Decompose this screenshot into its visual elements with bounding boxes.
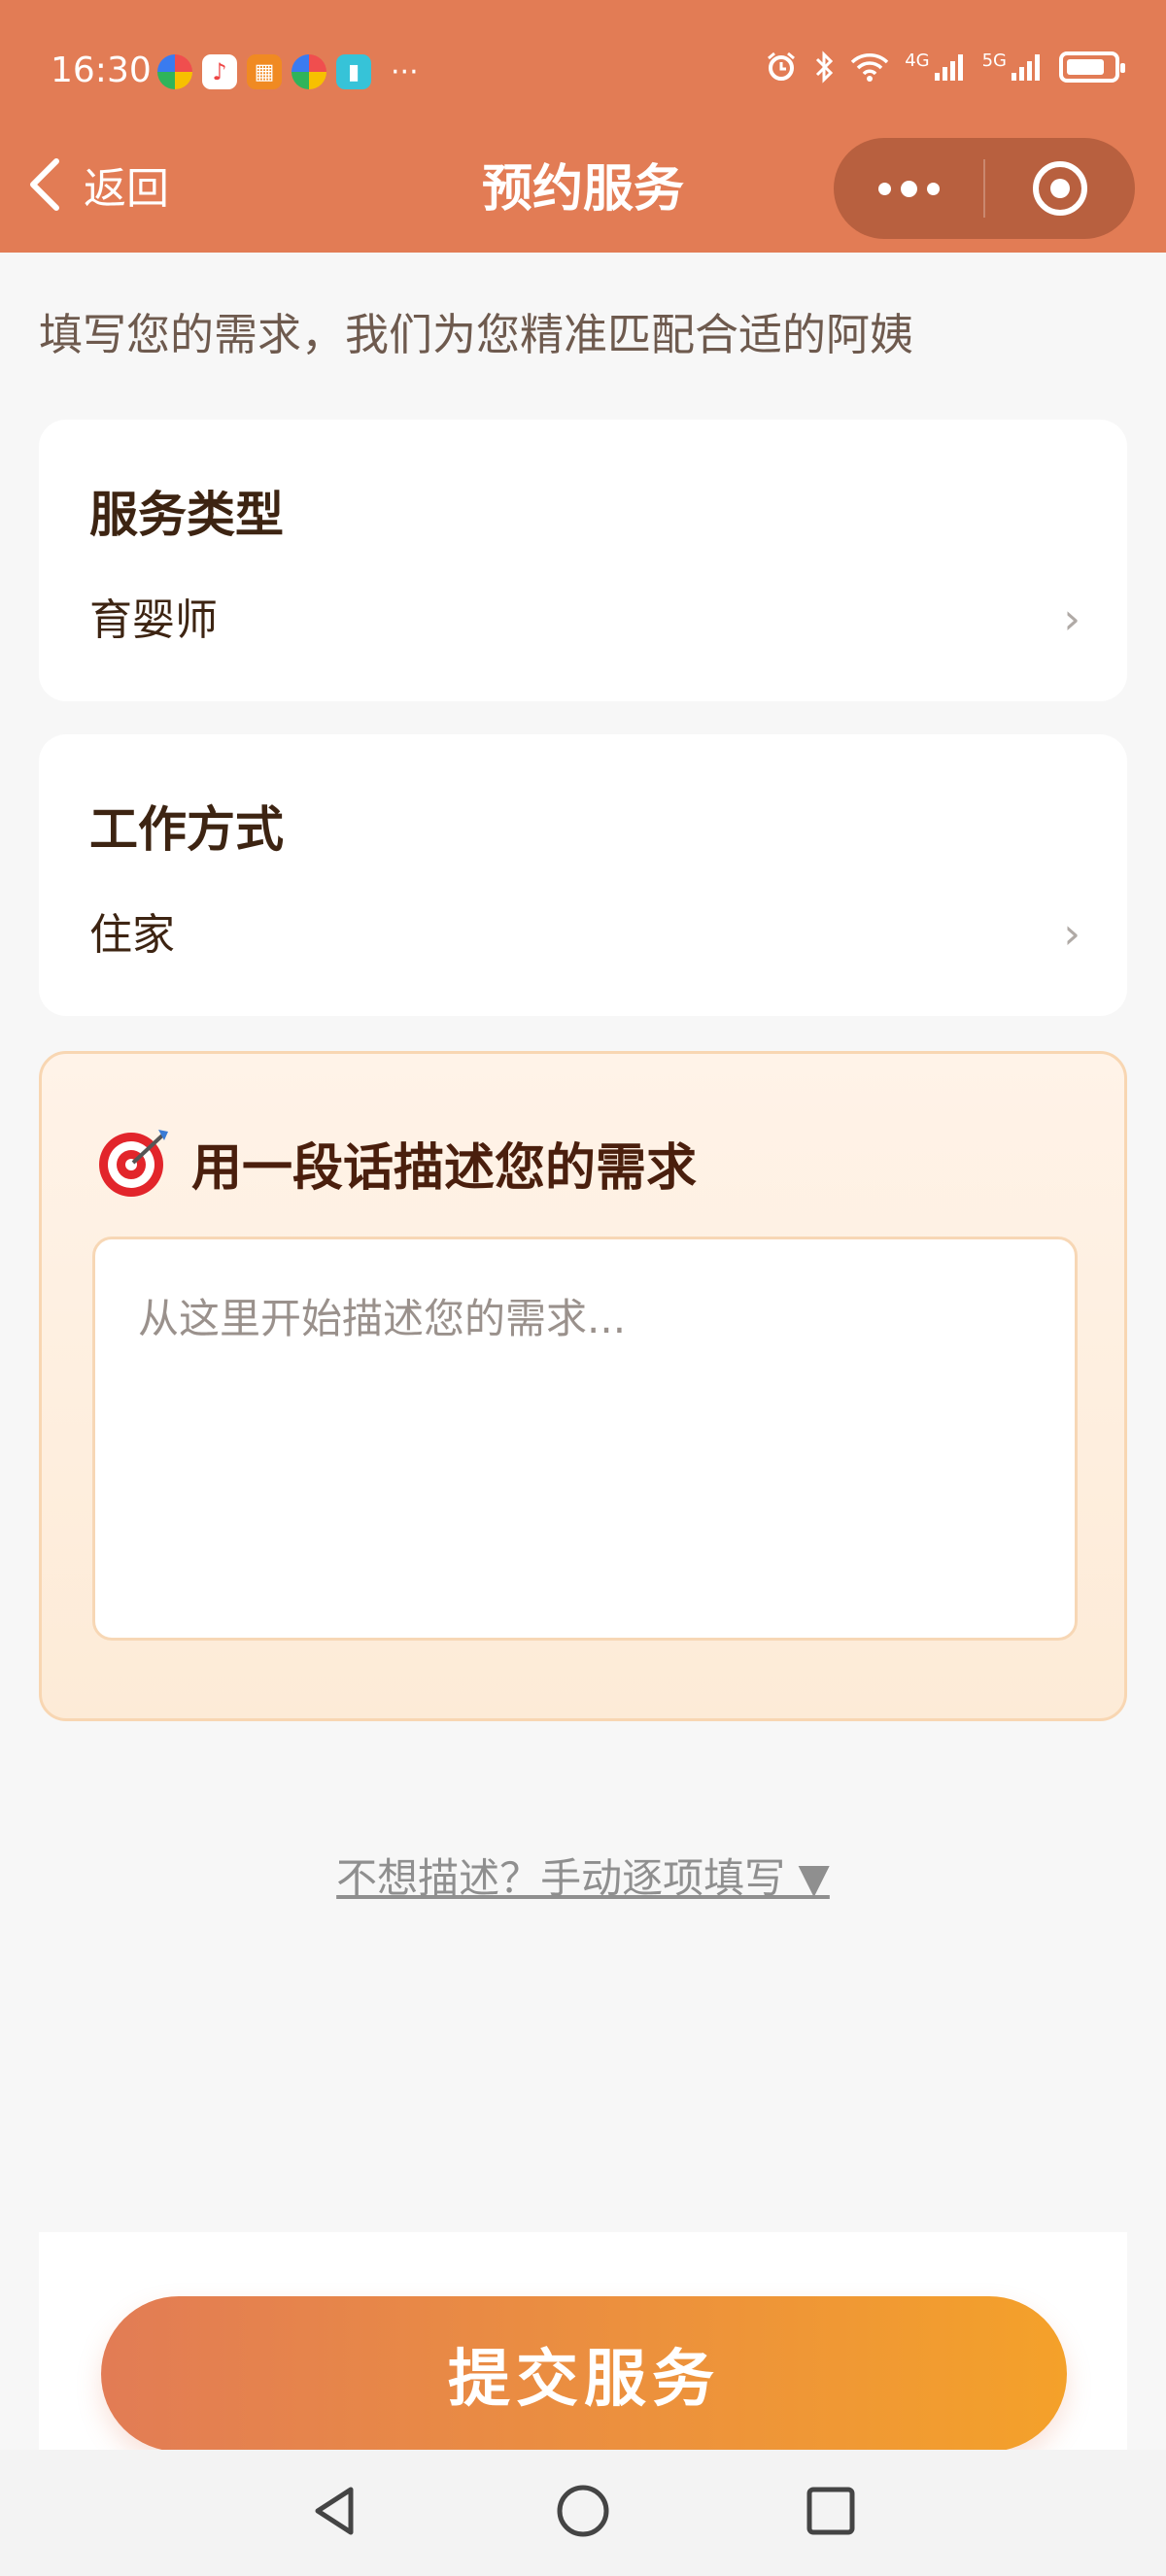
battery-icon <box>1059 51 1125 83</box>
alarm-icon <box>768 51 796 81</box>
work-mode-value: 住家 <box>89 910 175 960</box>
signal-icon <box>934 54 963 81</box>
bluetooth-icon <box>816 51 834 84</box>
description-title: 用一段话描述您的需求 <box>191 1138 698 1198</box>
manual-fill-link[interactable]: 不想描述？手动逐项填写 ▼ <box>0 1846 1166 1905</box>
more-options-button[interactable] <box>834 138 983 239</box>
signal-icon <box>1012 54 1040 81</box>
description-textarea[interactable] <box>92 1237 1078 1641</box>
circle-home-icon <box>557 2485 609 2537</box>
target-icon <box>99 1130 168 1197</box>
network-type-label: 4G <box>905 50 930 71</box>
square-recents-icon <box>806 2487 855 2535</box>
system-home-button[interactable] <box>549 2477 617 2545</box>
chevron-right-icon: › <box>1063 909 1080 959</box>
system-nav-bar <box>0 2450 1166 2576</box>
status-time: 16:30 <box>51 51 152 90</box>
more-notifications-icon: ··· <box>391 54 419 89</box>
service-type-value: 育婴师 <box>89 595 218 645</box>
mini-program-capsule <box>834 138 1135 239</box>
work-mode-card[interactable]: 工作方式 住家 › <box>39 734 1127 1016</box>
intro-text: 填写您的需求，我们为您精准匹配合适的阿姨 <box>39 309 914 360</box>
app-icon <box>157 54 192 89</box>
book-app-icon: ▮ <box>336 54 371 89</box>
nav-bar: 返回 预约服务 <box>0 138 1166 253</box>
description-card: 用一段话描述您的需求 <box>39 1051 1127 1721</box>
music-app-icon: ♪ <box>202 54 237 89</box>
service-type-card[interactable]: 服务类型 育婴师 › <box>39 420 1127 701</box>
description-header: 用一段话描述您的需求 <box>94 1126 697 1200</box>
wifi-icon <box>850 53 889 82</box>
status-app-icons: ♪ ▦ ▮ ··· <box>157 54 419 89</box>
bus-app-icon: ▦ <box>247 54 282 89</box>
system-recents-button[interactable] <box>797 2477 865 2545</box>
status-bar: 16:30 ♪ ▦ ▮ ··· 4G 5G <box>0 0 1166 138</box>
chevron-right-icon: › <box>1063 594 1080 644</box>
app-icon <box>292 54 326 89</box>
close-mini-program-button[interactable] <box>985 138 1135 239</box>
work-mode-title: 工作方式 <box>89 801 284 858</box>
status-indicators: 4G 5G <box>765 50 1125 84</box>
network-type-label: 5G <box>981 50 1007 71</box>
service-type-title: 服务类型 <box>89 487 284 543</box>
target-circle-icon <box>1033 161 1087 216</box>
system-back-button[interactable] <box>301 2477 369 2545</box>
triangle-back-icon <box>315 2487 354 2535</box>
submit-service-button[interactable]: 提交服务 <box>101 2296 1067 2452</box>
